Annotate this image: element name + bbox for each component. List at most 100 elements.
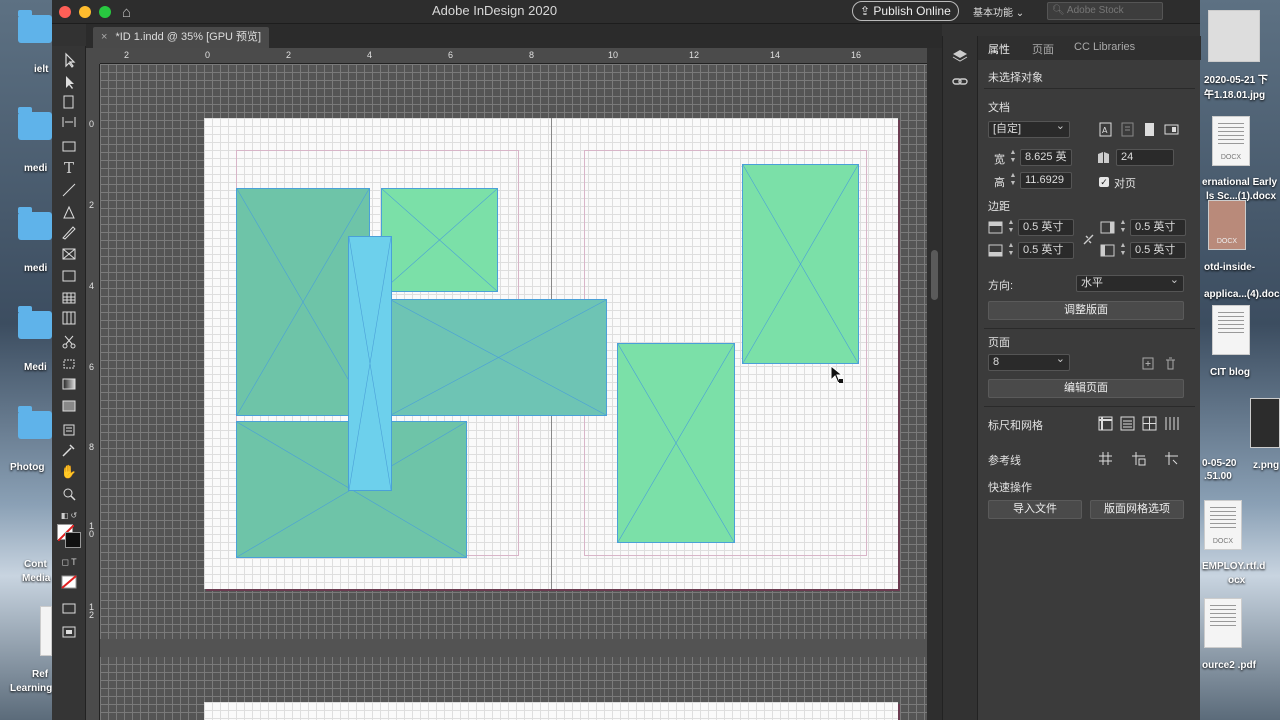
fill-stroke-swatch[interactable] <box>57 524 81 548</box>
lock-guides-icon[interactable] <box>1164 451 1179 466</box>
default-fill-stroke-icon[interactable]: ◧ ↺ <box>60 508 78 524</box>
screenshot-thumbnail-icon[interactable] <box>1208 10 1260 62</box>
scissors-tool-icon[interactable] <box>60 334 78 350</box>
folder-icon[interactable] <box>18 306 52 339</box>
document-thumbnail-icon[interactable] <box>1212 305 1250 355</box>
document-tab[interactable]: × *ID 1.indd @ 35% [GPU 预览] <box>93 27 270 48</box>
desktop-label[interactable]: z.png <box>1253 460 1279 471</box>
document-preset-select[interactable]: [自定] <box>988 119 1070 138</box>
folder-icon[interactable] <box>18 406 52 439</box>
folder-icon[interactable] <box>18 207 52 240</box>
margin-bottom-stepper[interactable]: ▲ ▼ <box>1006 242 1016 259</box>
workspace-switcher[interactable]: 基本功能 ⌄ <box>973 4 1024 19</box>
type-tool-icon[interactable]: T <box>60 160 78 176</box>
folder-icon[interactable] <box>18 10 52 43</box>
layout-grid-icon[interactable] <box>1164 416 1179 431</box>
rectangle-frame-tool-icon[interactable] <box>60 246 78 262</box>
height-field[interactable]: 11.6929 <box>1020 172 1072 189</box>
line-tool-icon[interactable] <box>60 182 78 198</box>
desktop-label[interactable]: CIT blog <box>1210 367 1250 378</box>
margin-outside-stepper[interactable]: ▲ ▼ <box>1118 242 1128 259</box>
edit-page-button[interactable]: 编辑页面 <box>988 379 1184 398</box>
tab-properties[interactable]: 属性 <box>988 41 1010 57</box>
show-guides-icon[interactable] <box>1098 451 1113 466</box>
next-page-spread[interactable] <box>204 702 898 720</box>
desktop-label[interactable]: 2020-05-21 下 <box>1204 71 1268 86</box>
orientation-select[interactable]: 水平 <box>1076 273 1184 292</box>
minimize-window-button[interactable] <box>79 6 91 18</box>
margin-outside-field[interactable]: 0.5 英寸 <box>1130 242 1186 259</box>
document-grid-icon[interactable] <box>1142 416 1157 431</box>
close-window-button[interactable] <box>59 6 71 18</box>
vertical-ruler[interactable]: 0 2 4 6 8 1 0 1 2 <box>86 64 100 720</box>
image-thumbnail-icon[interactable]: DOCX <box>1208 200 1246 250</box>
desktop-label[interactable]: 午1.18.01.jpg <box>1204 86 1265 101</box>
link-margins-icon[interactable] <box>1081 232 1096 247</box>
zoom-window-button[interactable] <box>99 6 111 18</box>
desktop-label[interactable]: .51.00 <box>1204 471 1232 482</box>
height-stepper[interactable]: ▲ ▼ <box>1008 172 1018 189</box>
desktop-label[interactable]: otd-inside- <box>1204 262 1255 273</box>
desktop-label[interactable]: Ref <box>32 669 48 680</box>
pdf-thumbnail-icon[interactable] <box>1204 598 1242 648</box>
pencil-tool-icon[interactable] <box>60 224 78 240</box>
desktop-label[interactable]: Learning <box>10 683 52 694</box>
desktop-label[interactable]: ource2 .pdf <box>1202 660 1256 671</box>
publish-online-button[interactable]: ⇪ Publish Online <box>852 1 959 21</box>
intent-print-icon[interactable]: A <box>1098 122 1113 137</box>
vertical-scrollbar[interactable] <box>927 48 942 720</box>
tab-cc-libraries[interactable]: CC Libraries <box>1074 41 1135 53</box>
note-tool-icon[interactable] <box>60 422 78 438</box>
image-frame-placeholder[interactable] <box>348 236 392 491</box>
margin-top-stepper[interactable]: ▲ ▼ <box>1006 219 1016 236</box>
current-page-select[interactable]: 8 <box>988 352 1070 371</box>
frame-grid-tool-icon[interactable] <box>60 310 78 326</box>
smart-guides-icon[interactable] <box>1131 451 1146 466</box>
pasteboard-canvas[interactable] <box>100 64 927 720</box>
image-frame-placeholder[interactable] <box>390 299 607 416</box>
pages-count-field[interactable]: 24 <box>1116 149 1174 166</box>
page-spread[interactable] <box>204 118 898 589</box>
width-stepper[interactable]: ▲ ▼ <box>1008 149 1018 166</box>
gradient-feather-tool-icon[interactable] <box>60 398 78 414</box>
intent-web-icon[interactable] <box>1120 122 1135 137</box>
adobe-stock-search[interactable]: 🔍︎ Adobe Stock <box>1047 2 1163 20</box>
margin-inside-stepper[interactable]: ▲ ▼ <box>1118 219 1128 236</box>
ruler-toggle-icon[interactable] <box>1098 416 1113 431</box>
gradient-swatch-tool-icon[interactable] <box>60 376 78 392</box>
desktop-label[interactable]: Photog <box>10 462 44 473</box>
page-tool-icon[interactable] <box>60 94 78 110</box>
eyedropper-tool-icon[interactable] <box>60 442 78 458</box>
direct-selection-tool-icon[interactable] <box>60 74 78 90</box>
document-thumbnail-icon[interactable] <box>40 606 52 656</box>
free-transform-tool-icon[interactable] <box>60 356 78 372</box>
image-frame-placeholder[interactable] <box>617 343 735 543</box>
desktop-label[interactable]: ernational Early <box>1202 177 1277 188</box>
width-field[interactable]: 8.625 英 <box>1020 149 1072 166</box>
docx-thumbnail-icon[interactable]: DOCX <box>1204 500 1242 550</box>
gap-tool-icon[interactable] <box>60 114 78 130</box>
desktop-label[interactable]: medi <box>24 163 47 174</box>
desktop-label[interactable]: EMPLOY.rtf.d <box>1202 561 1265 572</box>
image-thumbnail-icon[interactable] <box>1250 398 1280 448</box>
links-icon[interactable] <box>952 74 968 90</box>
portrait-orientation-icon[interactable] <box>1142 122 1157 137</box>
ruler-origin[interactable] <box>86 48 100 64</box>
margin-top-field[interactable]: 0.5 英寸 <box>1018 219 1074 236</box>
desktop-label[interactable]: Cont <box>24 559 47 570</box>
baseline-grid-icon[interactable] <box>1120 416 1135 431</box>
formatting-affects-container-icon[interactable]: ◻ T <box>60 554 78 570</box>
tab-pages[interactable]: 页面 <box>1032 41 1054 57</box>
selection-tool-icon[interactable] <box>60 52 78 68</box>
desktop-label[interactable]: Medi <box>24 362 47 373</box>
horizontal-ruler[interactable]: 2 0 2 4 6 8 10 12 14 16 <box>100 48 927 64</box>
margin-bottom-field[interactable]: 0.5 英寸 <box>1018 242 1074 259</box>
add-page-icon[interactable] <box>1141 356 1156 371</box>
content-collector-icon[interactable] <box>60 138 78 154</box>
image-frame-placeholder[interactable] <box>381 188 498 292</box>
docx-thumbnail-icon[interactable]: DOCX <box>1212 116 1250 166</box>
import-file-button[interactable]: 导入文件 <box>988 500 1082 519</box>
layers-icon[interactable] <box>952 48 968 64</box>
delete-page-icon[interactable] <box>1163 356 1178 371</box>
desktop-label[interactable]: Media <box>22 573 50 584</box>
